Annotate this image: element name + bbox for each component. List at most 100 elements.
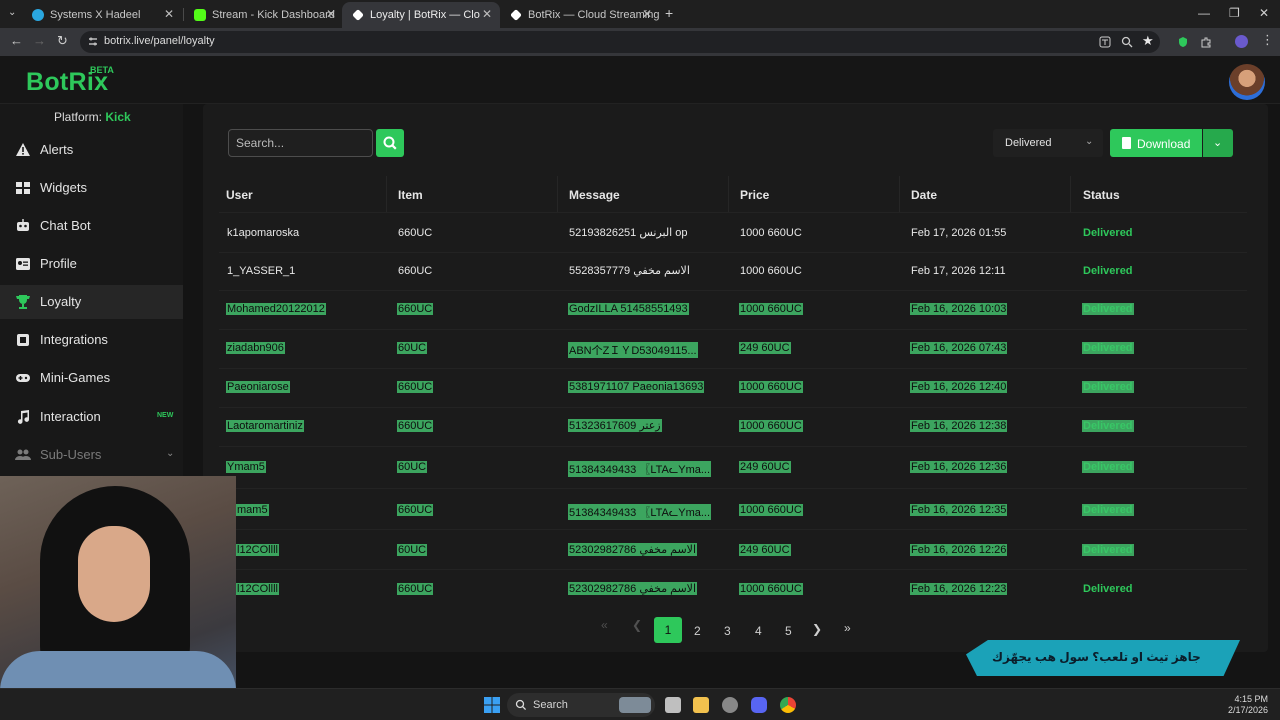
row-divider <box>219 407 1247 408</box>
url-text: botrix.live/panel/loyalty <box>104 35 215 47</box>
cell-date: Feb 16, 2026 12:35 <box>910 504 1008 516</box>
settings-app-icon[interactable] <box>722 697 738 713</box>
cell-message: 52193826251 البرنس op <box>569 227 688 239</box>
close-tab-icon[interactable]: ✕ <box>164 7 174 21</box>
sidebar-item-widgets[interactable]: Widgets <box>0 171 183 205</box>
site-info-icon[interactable] <box>88 36 98 47</box>
page-2-button[interactable]: 2 <box>694 624 701 638</box>
taskbar-clock[interactable]: 4:15 PM 2/17/2026 <box>1224 694 1268 716</box>
column-header-user[interactable]: User <box>226 188 253 202</box>
column-divider <box>386 176 387 212</box>
tab-loyalty-botrix[interactable]: Loyalty | BotRix — Cloud Strea ✕ <box>342 2 500 28</box>
cell-message: 51384349433 〖LTAᓚYma... <box>568 461 712 477</box>
user-avatar[interactable] <box>1229 64 1265 100</box>
close-tab-icon[interactable]: ✕ <box>642 7 652 21</box>
tab-botrix-cloud[interactable]: BotRix — Cloud Streaming Bot ✕ <box>500 2 660 28</box>
extensions-puzzle-icon[interactable] <box>1200 36 1212 48</box>
tab-title: BotRix — Cloud Streaming Bot <box>528 9 660 21</box>
sidebar-item-mini-games[interactable]: Mini-Games <box>0 361 183 395</box>
page-4-button[interactable]: 4 <box>755 624 762 638</box>
tab-systems-x-hadeel[interactable]: Systems X Hadeel ✕ <box>22 2 182 28</box>
close-window-icon[interactable]: ✕ <box>1259 6 1269 20</box>
cell-item: 660UC <box>397 420 434 432</box>
reload-icon[interactable]: ↻ <box>57 33 68 49</box>
column-header-date[interactable]: Date <box>911 188 937 202</box>
download-button[interactable]: Download <box>1110 129 1202 157</box>
translate-icon[interactable] <box>1099 36 1111 48</box>
discord-icon[interactable] <box>751 697 767 713</box>
page-1-button[interactable]: 1 <box>654 617 682 643</box>
cell-date: Feb 17, 2026 01:55 <box>911 227 1007 239</box>
status-filter-select[interactable]: Delivered ⌄ <box>993 129 1103 157</box>
cell-status: Delivered <box>1082 303 1134 315</box>
sidebar-item-loyalty[interactable]: Loyalty <box>0 285 183 319</box>
sidebar-item-label: Profile <box>40 256 77 271</box>
close-tab-icon[interactable]: ✕ <box>482 7 492 21</box>
new-tab-icon[interactable]: + <box>665 5 673 21</box>
next-page-icon[interactable]: ❯ <box>812 622 822 636</box>
tab-kick-dashboard[interactable]: Stream - Kick Dashboard ✕ <box>184 2 344 28</box>
menu-kebab-icon[interactable]: ⋮ <box>1261 32 1274 48</box>
sidebar-item-interaction[interactable]: Interaction NEW <box>0 400 183 434</box>
prev-page-icon[interactable]: ❮ <box>632 618 642 632</box>
profile-pic-icon[interactable] <box>1235 35 1248 48</box>
row-divider <box>219 329 1247 330</box>
file-icon <box>1122 137 1131 149</box>
close-tab-icon[interactable]: ✕ <box>326 7 336 21</box>
first-page-icon[interactable]: « <box>601 618 608 632</box>
cell-price: 1000 660UC <box>740 265 802 277</box>
cell-item: 660UC <box>397 583 434 595</box>
sidebar-item-integrations[interactable]: Integrations <box>0 323 183 357</box>
sidebar-item-alerts[interactable]: Alerts <box>0 133 183 167</box>
task-view-icon[interactable] <box>665 697 681 713</box>
search-highlight-icon <box>619 697 651 713</box>
minimize-icon[interactable]: — <box>1198 6 1210 20</box>
cell-price: 249 60UC <box>739 461 791 473</box>
robot-icon <box>17 219 29 231</box>
telegram-icon <box>32 9 44 21</box>
column-divider <box>557 176 558 212</box>
cell-item: 60UC <box>397 544 428 556</box>
cell-status: Delivered <box>1082 544 1134 556</box>
sidebar-item-profile[interactable]: Profile <box>0 247 183 281</box>
extension-shield-icon[interactable] <box>1177 36 1189 48</box>
cell-message: ABN个ZＩＹD53049115... <box>568 342 698 358</box>
tab-list-chevron-icon[interactable]: ⌄ <box>8 7 16 18</box>
page-3-button[interactable]: 3 <box>724 624 731 638</box>
bookmark-star-icon[interactable]: ★ <box>1142 33 1154 49</box>
trophy-icon <box>16 295 30 309</box>
chevron-down-icon[interactable]: ⌄ <box>166 448 174 459</box>
column-header-message[interactable]: Message <box>569 188 620 202</box>
search-input[interactable] <box>228 129 373 157</box>
webcam-face <box>78 526 150 622</box>
cell-message: 51323617609 زعتر <box>568 419 662 432</box>
header-divider <box>219 212 1247 213</box>
sidebar-item-label: Alerts <box>40 142 74 157</box>
cell-price: 1000 660UC <box>739 381 803 393</box>
music-icon <box>17 410 30 424</box>
column-header-price[interactable]: Price <box>740 188 769 202</box>
cell-item: 660UC <box>397 381 434 393</box>
cell-price: 1000 660UC <box>739 504 803 516</box>
last-page-icon[interactable]: » <box>844 621 851 635</box>
search-button[interactable] <box>376 129 404 157</box>
forward-icon[interactable]: → <box>33 33 46 48</box>
column-header-item[interactable]: Item <box>398 188 423 202</box>
sidebar-item-sub-users[interactable]: Sub-Users ⌄ <box>0 438 183 472</box>
column-header-status[interactable]: Status <box>1083 188 1120 202</box>
file-explorer-icon[interactable] <box>693 697 709 713</box>
row-divider <box>219 488 1247 489</box>
back-icon[interactable]: ← <box>10 33 23 48</box>
zoom-icon[interactable] <box>1121 36 1133 48</box>
restore-icon[interactable]: ❐ <box>1229 6 1240 20</box>
page-5-button[interactable]: 5 <box>785 624 792 638</box>
address-bar[interactable]: botrix.live/panel/loyalty <box>80 31 1160 53</box>
sidebar-item-chat-bot[interactable]: Chat Bot <box>0 209 183 243</box>
taskbar-search[interactable]: Search <box>507 693 655 717</box>
windows-start-icon[interactable] <box>484 697 500 713</box>
download-options-button[interactable]: ⌄ <box>1203 129 1233 157</box>
chrome-icon[interactable] <box>780 697 796 713</box>
cell-price: 249 60UC <box>739 544 791 556</box>
webcam-overlay <box>0 476 236 720</box>
users-icon <box>15 449 31 460</box>
